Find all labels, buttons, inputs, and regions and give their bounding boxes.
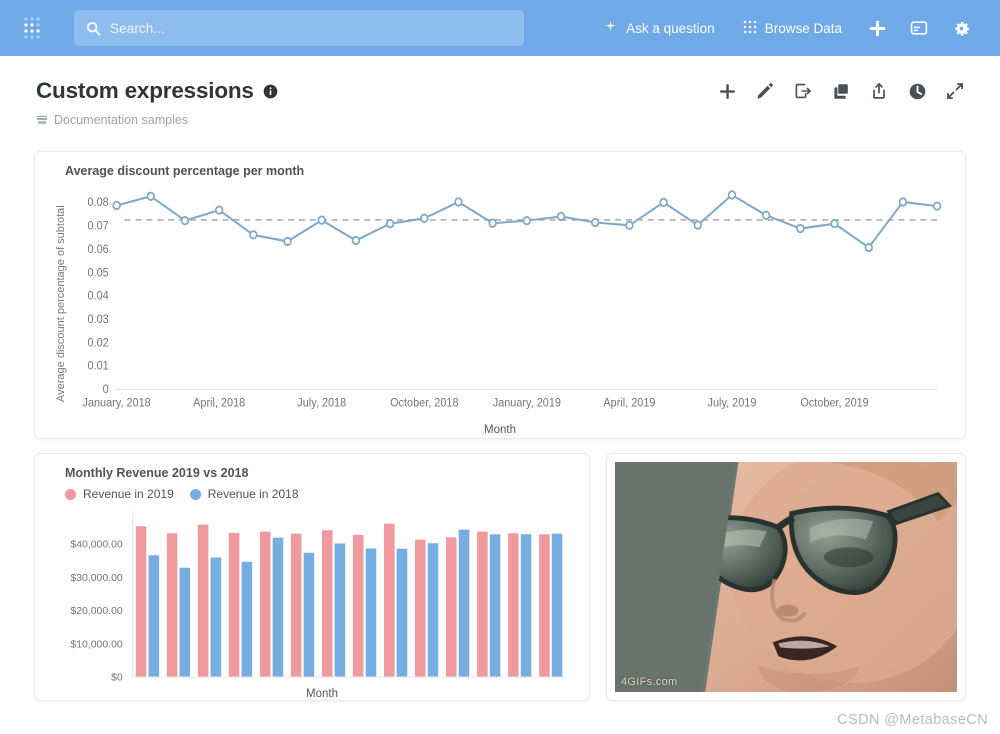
dashboard-lower-row: Monthly Revenue 2019 vs 2018 Revenue in …: [34, 453, 966, 701]
svg-text:0: 0: [103, 384, 109, 397]
bar-chart-x-axis-label: Month: [69, 688, 575, 700]
line-chart-x-axis-label: Month: [49, 424, 951, 436]
svg-text:0.02: 0.02: [87, 337, 108, 350]
dashboard-grid: Average discount percentage per month Av…: [0, 127, 1000, 701]
search-placeholder: Search...: [110, 21, 165, 36]
svg-text:October, 2019: October, 2019: [800, 397, 868, 410]
watermark: CSDN @MetabaseCN: [837, 712, 988, 728]
gif-credit: 4GIFs.com: [621, 676, 678, 688]
plus-icon: [603, 19, 618, 37]
dashboard-header: Custom expressions Documentation samples: [0, 56, 1000, 127]
line-chart-body: Average discount percentage of subtotal …: [49, 182, 951, 422]
svg-text:0.05: 0.05: [87, 267, 108, 280]
legend-color-swatch-2018: [190, 489, 201, 500]
move-icon[interactable]: [792, 80, 814, 102]
pencil-icon[interactable]: [754, 80, 776, 102]
metabase-dot-grid-logo[interactable]: [18, 13, 52, 43]
breadcrumb[interactable]: Documentation samples: [36, 113, 964, 127]
sidebar-toggle-icon[interactable]: [898, 10, 940, 46]
gear-icon[interactable]: [940, 10, 982, 46]
ask-a-question-label: Ask a question: [626, 21, 715, 36]
reaction-gif-image: [615, 462, 957, 692]
legend-item-2019[interactable]: Revenue in 2019: [65, 487, 174, 501]
navbar-actions: Ask a question Browse Data: [589, 10, 982, 46]
bar-chart-legend: Revenue in 2019 Revenue in 2018: [65, 487, 575, 501]
dashboard-actions: [716, 80, 966, 102]
search-input[interactable]: Search...: [74, 10, 524, 46]
collection-icon: [36, 114, 48, 126]
svg-text:0.03: 0.03: [87, 314, 108, 327]
svg-text:October, 2018: October, 2018: [390, 397, 458, 410]
svg-text:0.08: 0.08: [87, 197, 108, 210]
legend-label-2018: Revenue in 2018: [208, 487, 299, 501]
svg-text:$20,000.00: $20,000.00: [70, 606, 122, 617]
history-icon[interactable]: [906, 80, 928, 102]
svg-text:$30,000.00: $30,000.00: [70, 573, 122, 584]
bar-chart-title: Monthly Revenue 2019 vs 2018: [65, 466, 575, 480]
legend-label-2019: Revenue in 2019: [83, 487, 174, 501]
breadcrumb-label: Documentation samples: [54, 113, 188, 127]
grid-icon: [743, 20, 757, 37]
top-navigation-bar: Search... Ask a question: [0, 0, 1000, 56]
svg-text:0.01: 0.01: [87, 360, 108, 373]
svg-text:January, 2019: January, 2019: [493, 397, 561, 410]
legend-color-swatch-2019: [65, 489, 76, 500]
svg-text:$10,000.00: $10,000.00: [70, 639, 122, 650]
gif-wrapper: 4GIFs.com: [615, 462, 957, 692]
add-icon[interactable]: [716, 80, 738, 102]
share-icon[interactable]: [868, 80, 890, 102]
svg-text:$0: $0: [111, 672, 123, 683]
search-icon: [86, 21, 101, 36]
create-new-button[interactable]: [856, 10, 898, 46]
fullscreen-icon[interactable]: [944, 80, 966, 102]
svg-text:April, 2019: April, 2019: [603, 397, 655, 410]
ask-a-question-button[interactable]: Ask a question: [589, 10, 729, 46]
card-bar-chart[interactable]: Monthly Revenue 2019 vs 2018 Revenue in …: [34, 453, 590, 701]
card-line-chart[interactable]: Average discount percentage per month Av…: [34, 151, 966, 439]
browse-data-button[interactable]: Browse Data: [729, 10, 856, 46]
line-chart-title: Average discount percentage per month: [65, 164, 951, 178]
svg-text:0.07: 0.07: [87, 220, 108, 233]
browse-data-label: Browse Data: [765, 21, 842, 36]
line-chart-y-axis-label: Average discount percentage of subtotal: [55, 204, 67, 404]
svg-text:July, 2018: July, 2018: [297, 397, 346, 410]
svg-text:January, 2018: January, 2018: [83, 397, 151, 410]
line-chart-plot: 0 0.01 0.02 0.03 0.04 0.05 0.06 0.07 0.08 January…: [75, 182, 947, 422]
page-title: Custom expressions: [36, 78, 254, 104]
svg-text:July, 2019: July, 2019: [708, 397, 757, 410]
svg-text:April, 2018: April, 2018: [193, 397, 245, 410]
legend-item-2018[interactable]: Revenue in 2018: [190, 487, 299, 501]
info-icon[interactable]: [263, 84, 278, 99]
card-image[interactable]: 4GIFs.com: [606, 453, 966, 701]
page-root: Search... Ask a question: [0, 0, 1000, 734]
svg-text:0.04: 0.04: [87, 290, 109, 303]
svg-text:0.06: 0.06: [87, 244, 108, 257]
duplicate-icon[interactable]: [830, 80, 852, 102]
bar-chart-body: $0 $10,000.00 $20,000.00 $30,000.00 $40,000.…: [49, 505, 575, 687]
svg-text:$40,000.00: $40,000.00: [70, 540, 122, 551]
